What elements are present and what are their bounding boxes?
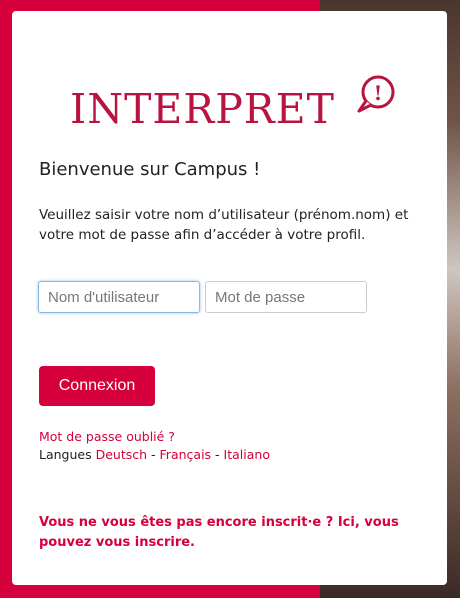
languages-label: Langues xyxy=(39,447,92,462)
lang-separator: - xyxy=(215,447,220,462)
lang-separator: - xyxy=(151,447,156,462)
password-input[interactable] xyxy=(205,281,367,313)
language-switcher: Langues Deutsch - Français - Italiano xyxy=(39,447,270,462)
lang-link-italiano[interactable]: Italiano xyxy=(224,447,270,462)
login-button[interactable]: Connexion xyxy=(39,366,155,406)
lang-link-deutsch[interactable]: Deutsch xyxy=(96,447,147,462)
username-input[interactable] xyxy=(38,281,200,313)
logo-mark: ! xyxy=(374,81,383,105)
intro-text: Veuillez saisir votre nom d’utilisateur … xyxy=(39,207,409,243)
signup-text: Vous ne vous êtes pas encore inscrit·e ? xyxy=(39,515,334,530)
lang-link-francais[interactable]: Français xyxy=(160,447,212,462)
forgot-password-link[interactable]: Mot de passe oublié ? xyxy=(39,429,175,444)
interpret-logo: INTERPRET ! xyxy=(70,73,400,133)
welcome-heading: Bienvenue sur Campus ! xyxy=(39,159,261,180)
speech-bubble-icon: ! xyxy=(357,75,395,113)
login-card: INTERPRET ! Bienvenue sur Campus ! Veuil… xyxy=(12,11,447,585)
signup-prompt: Vous ne vous êtes pas encore inscrit·e ?… xyxy=(39,513,429,553)
logo-text: INTERPRET xyxy=(70,85,335,133)
